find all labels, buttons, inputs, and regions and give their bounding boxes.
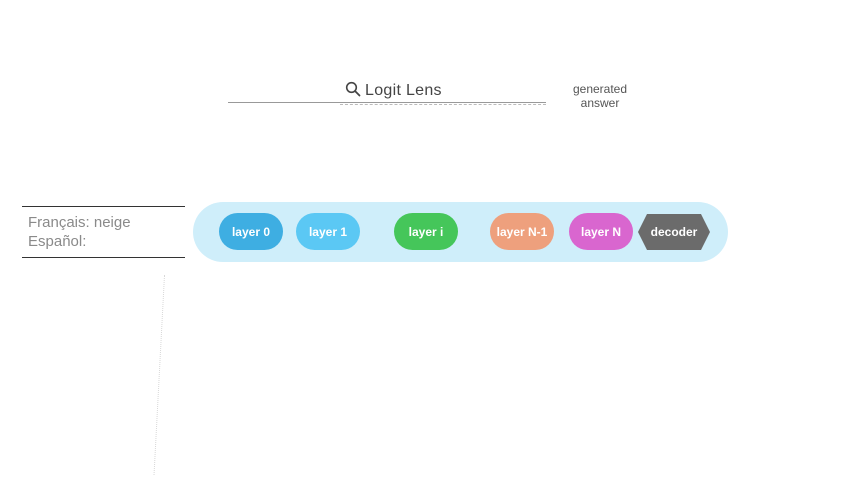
prompt-top-rule [22,206,185,207]
logit-lens-dashed-line [340,104,546,105]
logit-lens-underline [228,102,546,103]
prompt-line-2: Español: [28,233,87,250]
layer-n-minus-1-node: layer N-1 [490,213,554,250]
logit-lens-label: Logit Lens [365,82,442,99]
dotted-guide-line [153,275,165,475]
logit-lens-title: Logit Lens [345,80,442,102]
input-prompt: Français: neige Español: [28,213,188,251]
layer-0-node: layer 0 [219,213,283,250]
generated-answer-label: generated answer [562,82,638,110]
decoder-node: decoder [638,214,710,250]
prompt-bottom-rule [22,257,185,258]
layer-1-node: layer 1 [296,213,360,250]
layer-n-node: layer N [569,213,633,250]
generated-answer-line2: answer [580,96,620,110]
layer-i-node: layer i [394,213,458,250]
prompt-line-1: Français: neige [28,214,131,231]
generated-answer-line1: generated [572,82,628,96]
search-icon [345,81,361,102]
